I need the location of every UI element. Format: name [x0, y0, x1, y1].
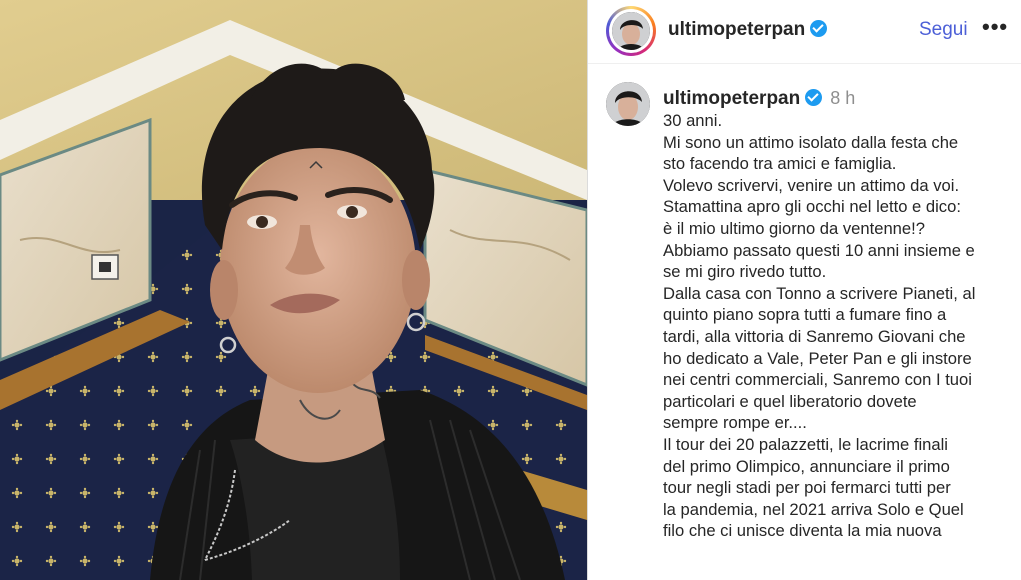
- caption-line: particolari e quel liberatorio dovete: [663, 391, 917, 411]
- caption-header: ultimopeterpan 8 h: [663, 88, 855, 110]
- caption-line: filo che ci unisce diventa la mia nuova: [663, 521, 942, 541]
- caption-line: è il mio ultimo giorno da ventenne!?: [663, 218, 925, 238]
- caption-line: Abbiamo passato questi 10 anni insieme e: [663, 240, 975, 260]
- caption-line: Dalla casa con Tonno a scrivere Pianeti,…: [663, 283, 976, 303]
- post-photo[interactable]: [0, 0, 587, 580]
- caption-line: Volevo scrivervi, venire un attimo da vo…: [663, 175, 960, 195]
- caption-avatar[interactable]: [606, 82, 650, 126]
- caption-line: tour negli stadi per poi fermarci tutti …: [663, 478, 951, 498]
- caption-line: del primo Olimpico, annunciare il primo: [663, 456, 950, 476]
- caption-line: quinto piano sopra tutti a fumare fino a: [663, 305, 947, 325]
- header-username-wrap: ultimopeterpan: [668, 19, 828, 41]
- caption-line: 30 anni.: [663, 111, 723, 130]
- caption-line: sto facendo tra amici e famiglia.: [663, 154, 897, 174]
- caption-line: tardi, alla vittoria di Sanremo Giovani …: [663, 326, 966, 346]
- selfie-image: [0, 0, 587, 580]
- post-panel: ultimopeterpan Segui ••• ultimopeterpan 8…: [587, 0, 1021, 580]
- more-options-icon[interactable]: •••: [982, 14, 1008, 40]
- caption-line: sempre rompe er....: [663, 413, 807, 433]
- caption-line: ho dedicato a Vale, Peter Pan e gli inst…: [663, 348, 972, 368]
- post-timestamp[interactable]: 8 h: [830, 88, 855, 108]
- post-header: ultimopeterpan Segui •••: [588, 0, 1021, 64]
- story-ring[interactable]: [606, 6, 656, 56]
- caption-line: Il tour dei 20 palazzetti, le lacrime fi…: [663, 434, 948, 454]
- caption-line: se mi giro rivedo tutto.: [663, 262, 827, 282]
- follow-button[interactable]: Segui: [919, 19, 968, 41]
- caption-line: la pandemia, nel 2021 arriva Solo e Quel: [663, 499, 964, 519]
- avatar[interactable]: [612, 12, 650, 50]
- caption-username[interactable]: ultimopeterpan: [663, 88, 800, 109]
- username-link[interactable]: ultimopeterpan: [668, 19, 805, 40]
- caption-text: 30 anni. Mi sono un attimo isolato dalla …: [663, 110, 1008, 542]
- caption-line: Mi sono un attimo isolato dalla festa ch…: [663, 132, 959, 152]
- caption-line: Stamattina apro gli occhi nel letto e di…: [663, 197, 961, 217]
- verified-badge-icon: [810, 20, 828, 37]
- caption-line: nei centri commerciali, Sanremo con I tu…: [663, 370, 972, 390]
- verified-badge-icon: [805, 89, 823, 106]
